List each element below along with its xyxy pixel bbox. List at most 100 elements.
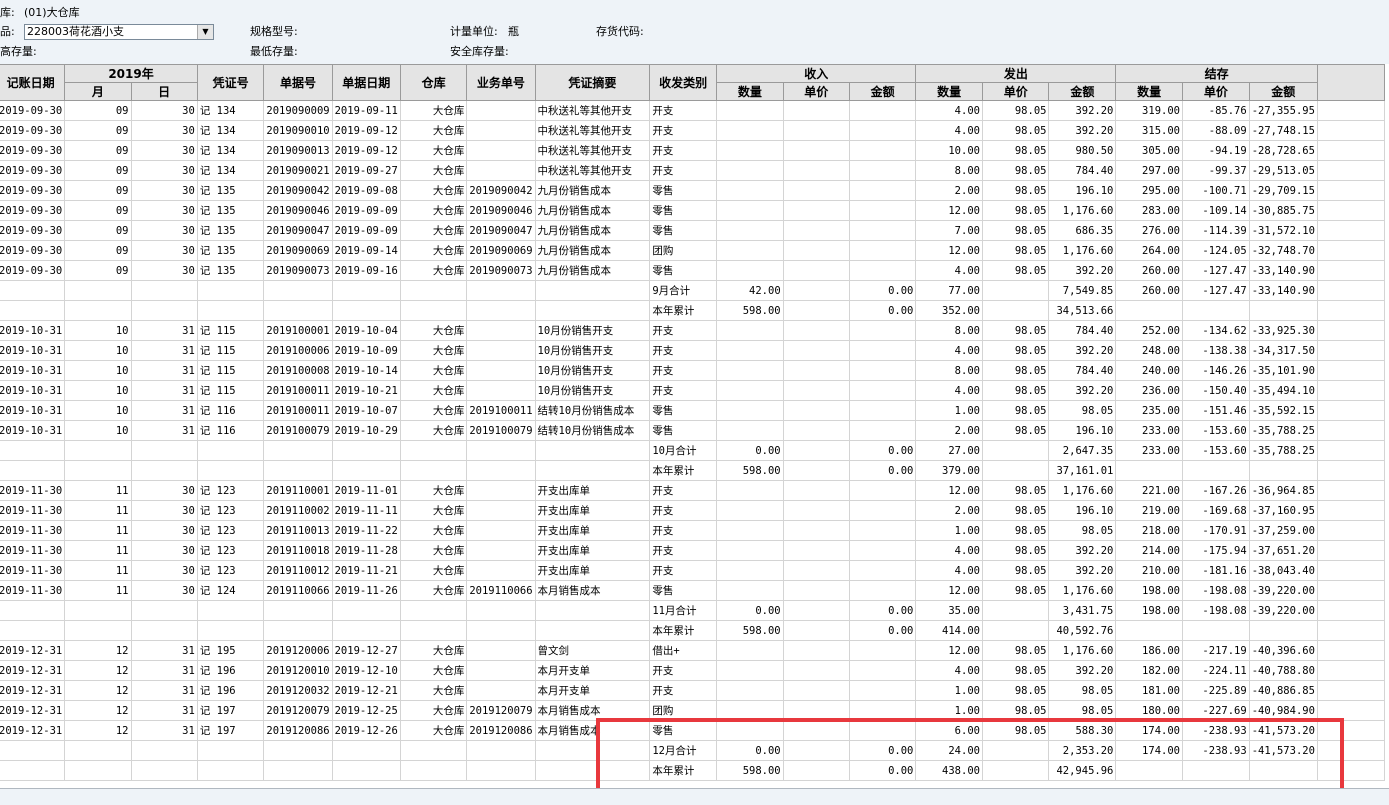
cell-in-price bbox=[782, 400, 850, 421]
cell-out-price: 98.05 bbox=[981, 500, 1050, 521]
table-row[interactable]: 2019-09-30 09 30 记 135 2019090073 2019-09-16 大… bbox=[0, 260, 1386, 281]
cell-doc-date: 2019-11-21 bbox=[331, 560, 401, 581]
cell-warehouse: 大仓库 bbox=[399, 560, 468, 581]
table-row[interactable]: 2019-11-30 11 30 记 124 2019110066 2019-11-26 大… bbox=[0, 580, 1386, 601]
table-row[interactable]: 2019-12-31 12 31 记 196 2019120032 2019-12-21 大… bbox=[0, 680, 1386, 701]
ledger-table: 记账日期 2019年 凭证号 单据号 单据日期 仓库 业务单号 凭证摘要 收发类… bbox=[0, 64, 1386, 781]
cell-bal-amount: -40,788.80 bbox=[1248, 660, 1318, 681]
cell-in-amount: 0.00 bbox=[848, 600, 917, 621]
table-row[interactable]: 2019-10-31 10 31 记 116 2019100079 2019-10-29 大… bbox=[0, 420, 1386, 441]
cell-bal-qty: 174.00 bbox=[1115, 720, 1183, 741]
table-row[interactable]: 2019-09-30 09 30 记 135 2019090046 2019-09-09 大… bbox=[0, 200, 1386, 221]
cell-day: 30 bbox=[130, 140, 198, 161]
col-bal-qty-header[interactable]: 数量 bbox=[1115, 82, 1183, 101]
cell-bal-price: -150.40 bbox=[1181, 380, 1250, 401]
col-voucher-header[interactable]: 凭证号 bbox=[196, 64, 265, 101]
col-doc-header[interactable]: 单据号 bbox=[263, 64, 333, 101]
cell-warehouse bbox=[399, 440, 468, 461]
table-row[interactable]: 2019-11-30 11 30 记 123 2019110002 2019-11-11 大… bbox=[0, 500, 1386, 521]
cell-bal-price: -175.94 bbox=[1181, 540, 1250, 561]
cell-filler bbox=[1316, 180, 1386, 201]
col-out-price-header[interactable]: 单价 bbox=[981, 82, 1050, 101]
table-row[interactable]: 本年累计 598.00 0.00 352.00 34,513.66 bbox=[0, 300, 1386, 321]
cell-biz-no bbox=[466, 460, 536, 481]
table-row[interactable]: 2019-11-30 11 30 记 123 2019110018 2019-11-28 大… bbox=[0, 540, 1386, 561]
col-date-header[interactable]: 记账日期 bbox=[0, 64, 66, 101]
cell-doc-no bbox=[263, 280, 333, 301]
table-row[interactable]: 9月合计 42.00 0.00 77.00 7,549.85 260.00 -127.47-… bbox=[0, 280, 1386, 301]
table-row[interactable]: 2019-10-31 10 31 记 115 2019100008 2019-10-14 大… bbox=[0, 360, 1386, 381]
col-doc-date-header[interactable]: 单据日期 bbox=[331, 64, 401, 101]
col-bal-price-header[interactable]: 单价 bbox=[1181, 82, 1250, 101]
cell-doc-date: 2019-12-10 bbox=[331, 660, 401, 681]
cell-doc-date: 2019-11-11 bbox=[331, 500, 401, 521]
col-warehouse-header[interactable]: 仓库 bbox=[399, 64, 468, 101]
cell-in-price bbox=[782, 520, 850, 541]
table-row[interactable]: 12月合计 0.00 0.00 24.00 2,353.20 174.00 -238.93-… bbox=[0, 740, 1386, 761]
cell-type: 12月合计 bbox=[649, 740, 718, 761]
table-row[interactable]: 2019-09-30 09 30 记 134 2019090009 2019-09-11 大… bbox=[0, 100, 1386, 121]
ledger-grid[interactable]: 记账日期 2019年 凭证号 单据号 单据日期 仓库 业务单号 凭证摘要 收发类… bbox=[0, 64, 1389, 788]
table-row[interactable]: 2019-12-31 12 31 记 195 2019120006 2019-12-27 大… bbox=[0, 640, 1386, 661]
chevron-down-icon[interactable]: ▼ bbox=[197, 25, 213, 39]
table-row[interactable]: 2019-11-30 11 30 记 123 2019110013 2019-11-22 大… bbox=[0, 520, 1386, 541]
table-row[interactable]: 2019-11-30 11 30 记 123 2019110012 2019-11-21 大… bbox=[0, 560, 1386, 581]
table-row[interactable]: 本年累计 598.00 0.00 379.00 37,161.01 bbox=[0, 460, 1386, 481]
table-row[interactable]: 2019-10-31 10 31 记 116 2019100011 2019-10-07 大… bbox=[0, 400, 1386, 421]
cell-month: 12 bbox=[64, 700, 132, 721]
cell-warehouse bbox=[399, 740, 468, 761]
cell-doc-date: 2019-10-09 bbox=[331, 340, 401, 361]
col-type-header[interactable]: 收发类别 bbox=[649, 64, 718, 101]
col-year-header: 2019年 bbox=[64, 64, 198, 83]
table-row[interactable]: 2019-12-31 12 31 记 197 2019120079 2019-12-25 大… bbox=[0, 700, 1386, 721]
table-row[interactable]: 10月合计 0.00 0.00 27.00 2,647.35 233.00 -153.60-… bbox=[0, 440, 1386, 461]
table-row[interactable]: 2019-09-30 09 30 记 134 2019090010 2019-09-12 大… bbox=[0, 120, 1386, 141]
col-in-amount-header[interactable]: 金额 bbox=[848, 82, 917, 101]
cell-bal-price: -153.60 bbox=[1181, 440, 1250, 461]
table-row[interactable]: 2019-10-31 10 31 记 115 2019100001 2019-10-04 大… bbox=[0, 320, 1386, 341]
table-row[interactable]: 2019-09-30 09 30 记 135 2019090069 2019-09-14 大… bbox=[0, 240, 1386, 261]
cell-in-price bbox=[782, 200, 850, 221]
table-row[interactable]: 本年累计 598.00 0.00 438.00 42,945.96 bbox=[0, 760, 1386, 781]
col-biz-header[interactable]: 业务单号 bbox=[466, 64, 536, 101]
col-day-header[interactable]: 日 bbox=[130, 82, 198, 101]
table-row[interactable]: 2019-09-30 09 30 记 134 2019090013 2019-09-12 大… bbox=[0, 140, 1386, 161]
col-bal-amount-header[interactable]: 金额 bbox=[1248, 82, 1318, 101]
table-row[interactable]: 2019-10-31 10 31 记 115 2019100006 2019-10-09 大… bbox=[0, 340, 1386, 361]
cell-bal-amount: -29,709.15 bbox=[1248, 180, 1318, 201]
col-out-amount-header[interactable]: 金额 bbox=[1048, 82, 1117, 101]
table-row[interactable]: 2019-11-30 11 30 记 123 2019110001 2019-11-01 大… bbox=[0, 480, 1386, 501]
col-in-price-header[interactable]: 单价 bbox=[782, 82, 850, 101]
cell-filler bbox=[1316, 100, 1386, 121]
table-row[interactable]: 本年累计 598.00 0.00 414.00 40,592.76 bbox=[0, 620, 1386, 641]
table-row[interactable]: 2019-10-31 10 31 记 115 2019100011 2019-10-21 大… bbox=[0, 380, 1386, 401]
cell-type: 开支 bbox=[649, 680, 718, 701]
cell-in-amount bbox=[848, 200, 917, 221]
cell-in-amount bbox=[848, 500, 917, 521]
cell-date: 2019-11-30 bbox=[0, 580, 66, 601]
col-month-header[interactable]: 月 bbox=[64, 82, 132, 101]
cell-biz-no bbox=[466, 120, 536, 141]
cell-doc-no: 2019100011 bbox=[263, 380, 333, 401]
col-in-qty-header[interactable]: 数量 bbox=[716, 82, 784, 101]
cell-biz-no bbox=[466, 640, 536, 661]
col-out-qty-header[interactable]: 数量 bbox=[915, 82, 983, 101]
table-row[interactable]: 2019-12-31 12 31 记 197 2019120086 2019-12-26 大… bbox=[0, 720, 1386, 741]
cell-doc-no: 2019090042 bbox=[263, 180, 333, 201]
cell-in-price bbox=[782, 220, 850, 241]
cell-summary: 中秋送礼等其他开支 bbox=[534, 160, 651, 181]
table-row[interactable]: 2019-09-30 09 30 记 135 2019090047 2019-09-09 大… bbox=[0, 220, 1386, 241]
table-row[interactable]: 2019-12-31 12 31 记 196 2019120010 2019-12-10 大… bbox=[0, 660, 1386, 681]
cell-doc-no: 2019090047 bbox=[263, 220, 333, 241]
cell-doc-no bbox=[263, 600, 333, 621]
cell-out-price bbox=[981, 460, 1050, 481]
table-row[interactable]: 11月合计 0.00 0.00 35.00 3,431.75 198.00 -198.08-… bbox=[0, 600, 1386, 621]
cell-month: 10 bbox=[64, 380, 132, 401]
table-row[interactable]: 2019-09-30 09 30 记 135 2019090042 2019-09-08 大… bbox=[0, 180, 1386, 201]
cell-out-qty: 6.00 bbox=[915, 720, 983, 741]
col-summary-header[interactable]: 凭证摘要 bbox=[534, 64, 651, 101]
cell-in-qty bbox=[716, 220, 784, 241]
table-row[interactable]: 2019-09-30 09 30 记 134 2019090021 2019-09-27 大… bbox=[0, 160, 1386, 181]
cell-filler bbox=[1316, 340, 1386, 361]
product-select[interactable]: 228003荷花酒小支 ▼ bbox=[24, 24, 214, 40]
